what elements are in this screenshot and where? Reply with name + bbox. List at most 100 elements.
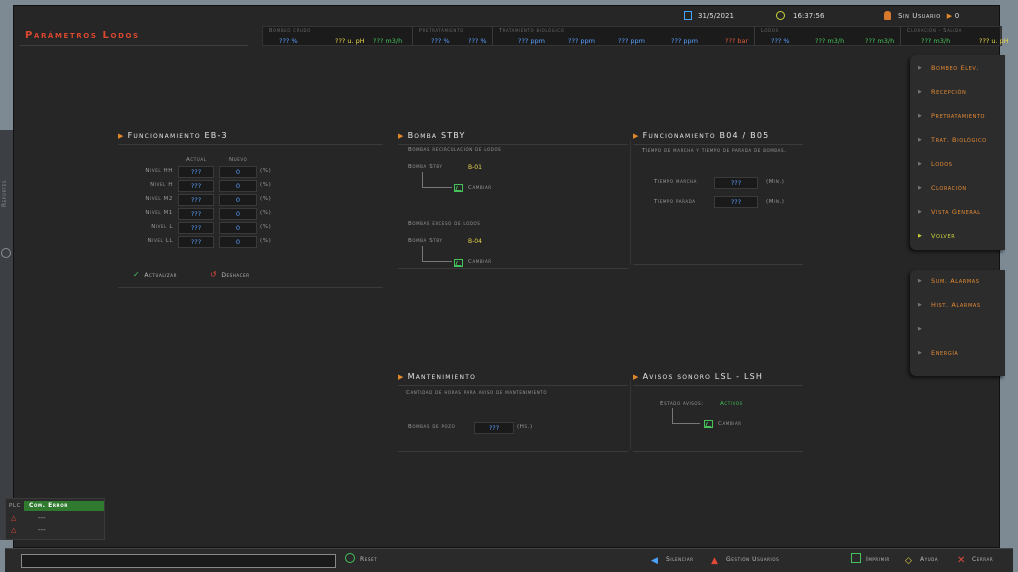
nav-bullet-icon: ▶ (918, 185, 923, 191)
bombas-pozo-unit: (Hs.) (517, 424, 533, 430)
user-icon (884, 11, 891, 20)
help-icon: ◇ (905, 556, 913, 566)
divider (398, 268, 628, 269)
avisos-cambiar-button[interactable]: Cambiar (718, 421, 742, 427)
b04-title-text: Funcionamiento B04 / B05 (642, 131, 770, 140)
warning-icon: △ (11, 514, 17, 522)
level-nuevo-field[interactable]: 0 (219, 236, 257, 248)
tiempo-marcha-label: Tiempo marcha (654, 179, 697, 185)
level-actual-field: ??? (178, 166, 214, 178)
imprimir-button[interactable]: Imprimir (851, 553, 890, 567)
level-label: Nivel HH (145, 168, 173, 174)
group2-stby-label: Bomba Stby (408, 238, 443, 244)
group1-label: Bombas recirculación de lodos (408, 147, 502, 153)
stby1-cambiar-button[interactable]: Cambiar (468, 185, 492, 191)
process-segment: Bombeo crudo ??? % ??? u. pH ??? m3/h (263, 27, 413, 45)
level-label: Nivel L (151, 224, 173, 230)
title-bullet-icon: ▶ (398, 373, 405, 381)
eb3-title-text: Funcionamiento EB-3 (127, 131, 228, 140)
process-value: ??? m3/h (815, 37, 845, 45)
gestion-usuarios-button[interactable]: ▲ Gestión Usuarios (711, 553, 779, 567)
connector-line (422, 172, 452, 188)
user-display[interactable]: Sin Usuario ▶ 0 (884, 11, 960, 20)
level-label: Nivel H (150, 182, 173, 188)
nav-item[interactable]: ▶ Sum. Alarmas (910, 272, 1005, 294)
silenciar-button[interactable]: ◀ Silenciar (651, 553, 694, 567)
title-bullet-icon: ▶ (398, 132, 405, 140)
process-summary-bar: Bombeo crudo ??? % ??? u. pH ??? m3/h Pretra… (262, 26, 1009, 46)
nav-bullet-icon: ▶ (918, 89, 923, 95)
change-icon (454, 184, 463, 192)
level-unit: (%) (260, 196, 272, 202)
nav-item[interactable]: ▶ Cloración (910, 179, 1005, 201)
process-value: ??? ppm (518, 37, 545, 45)
actualizar-label: Actualizar (144, 272, 177, 279)
deshacer-label: Deshacer (221, 272, 250, 279)
nav-item[interactable]: ▶ Bombeo Elev. (910, 59, 1005, 81)
close-icon: ✕ (957, 555, 966, 566)
nav-bullet-icon: ▶ (918, 161, 923, 167)
nav-item-label: Vista General (931, 208, 981, 216)
clock-icon (776, 11, 785, 20)
stby2-cambiar-button[interactable]: Cambiar (468, 259, 492, 265)
level-nuevo-field[interactable]: 0 (219, 208, 257, 220)
nav-secondary: ▶ Sum. Alarmas ▶ Hist. Alarmas ▶ ▶ Energía (910, 270, 1005, 376)
col-actual: Actual (186, 157, 207, 163)
nav-item[interactable]: ▶ Trat. Biológico (910, 131, 1005, 153)
level-actual-field: ??? (178, 222, 214, 234)
left-side-tab[interactable]: Reportes (0, 130, 13, 540)
nav-item[interactable]: ▶ Recepción (910, 83, 1005, 105)
group1-stby-label: Bomba Stby (408, 164, 443, 170)
cerrar-button[interactable]: ✕ Cerrar (957, 553, 993, 567)
nav-item-label: Volver (931, 232, 956, 240)
plc-status-panel: PLC Com. Error △ --- △ --- (5, 498, 105, 540)
reset-label: Reset (360, 556, 378, 563)
bombas-pozo-label: Bombas de pozo (408, 424, 456, 430)
process-value: ??? m3/h (373, 37, 403, 45)
group1-stby-value: B-01 (468, 164, 482, 171)
nav-item[interactable]: ▶ Energía (910, 344, 1005, 366)
silenciar-label: Silenciar (666, 556, 694, 563)
level-nuevo-field[interactable]: 0 (219, 180, 257, 192)
level-nuevo-field[interactable]: 0 (219, 222, 257, 234)
process-value: ??? % (771, 37, 790, 45)
level-label: Nivel LL (147, 238, 173, 244)
ayuda-label: Ayuda (920, 556, 939, 563)
level-nuevo-field[interactable]: 0 (219, 194, 257, 206)
process-segment: Pretratamiento ??? % ??? % (413, 27, 493, 45)
nav-item[interactable]: ▶ (910, 320, 1005, 342)
mant-title-text: Mantenimiento (407, 372, 477, 381)
nav-item[interactable]: ▶ Hist. Alarmas (910, 296, 1005, 318)
divider (398, 451, 628, 452)
ayuda-button[interactable]: ◇ Ayuda (905, 553, 938, 567)
process-value: ??? u. pH (335, 37, 365, 45)
command-input[interactable] (21, 554, 336, 568)
nav-item[interactable]: ▶ Pretratamiento (910, 107, 1005, 129)
level-unit: (%) (260, 182, 272, 188)
nav-bullet-icon: ▶ (918, 233, 923, 239)
nav-item[interactable]: ▶ Volver (910, 227, 1005, 249)
connector-line (422, 246, 452, 262)
level-actual-field: ??? (178, 180, 214, 192)
nav-bullet-icon: ▶ (918, 350, 923, 356)
level-actual-field: ??? (178, 208, 214, 220)
plc-status-badge: Com. Error (24, 501, 104, 511)
deshacer-button[interactable]: ↺ Deshacer (210, 270, 250, 279)
level-nuevo-field[interactable]: 0 (219, 166, 257, 178)
nav-item[interactable]: ▶ Lodos (910, 155, 1005, 177)
expand-icon[interactable] (1, 248, 11, 258)
nav-item[interactable]: ▶ Vista General (910, 203, 1005, 225)
divider (118, 287, 383, 288)
actualizar-button[interactable]: ✓ Actualizar (133, 270, 177, 279)
divider (398, 144, 628, 145)
tiempo-parada-field[interactable]: ??? (714, 196, 758, 208)
group2-label: Bombas exceso de lodos (408, 221, 481, 227)
plc-label: PLC (9, 503, 22, 509)
tiempo-marcha-field[interactable]: ??? (714, 177, 758, 189)
bombas-pozo-field[interactable]: ??? (474, 422, 514, 434)
estado-avisos-value: Activos (720, 401, 743, 407)
change-icon (454, 259, 463, 267)
title-bullet-icon: ▶ (633, 132, 640, 140)
process-segment: Cloración - Salida ??? m3/h ??? u. pH (901, 27, 1009, 45)
reset-button[interactable]: Reset (345, 553, 377, 567)
